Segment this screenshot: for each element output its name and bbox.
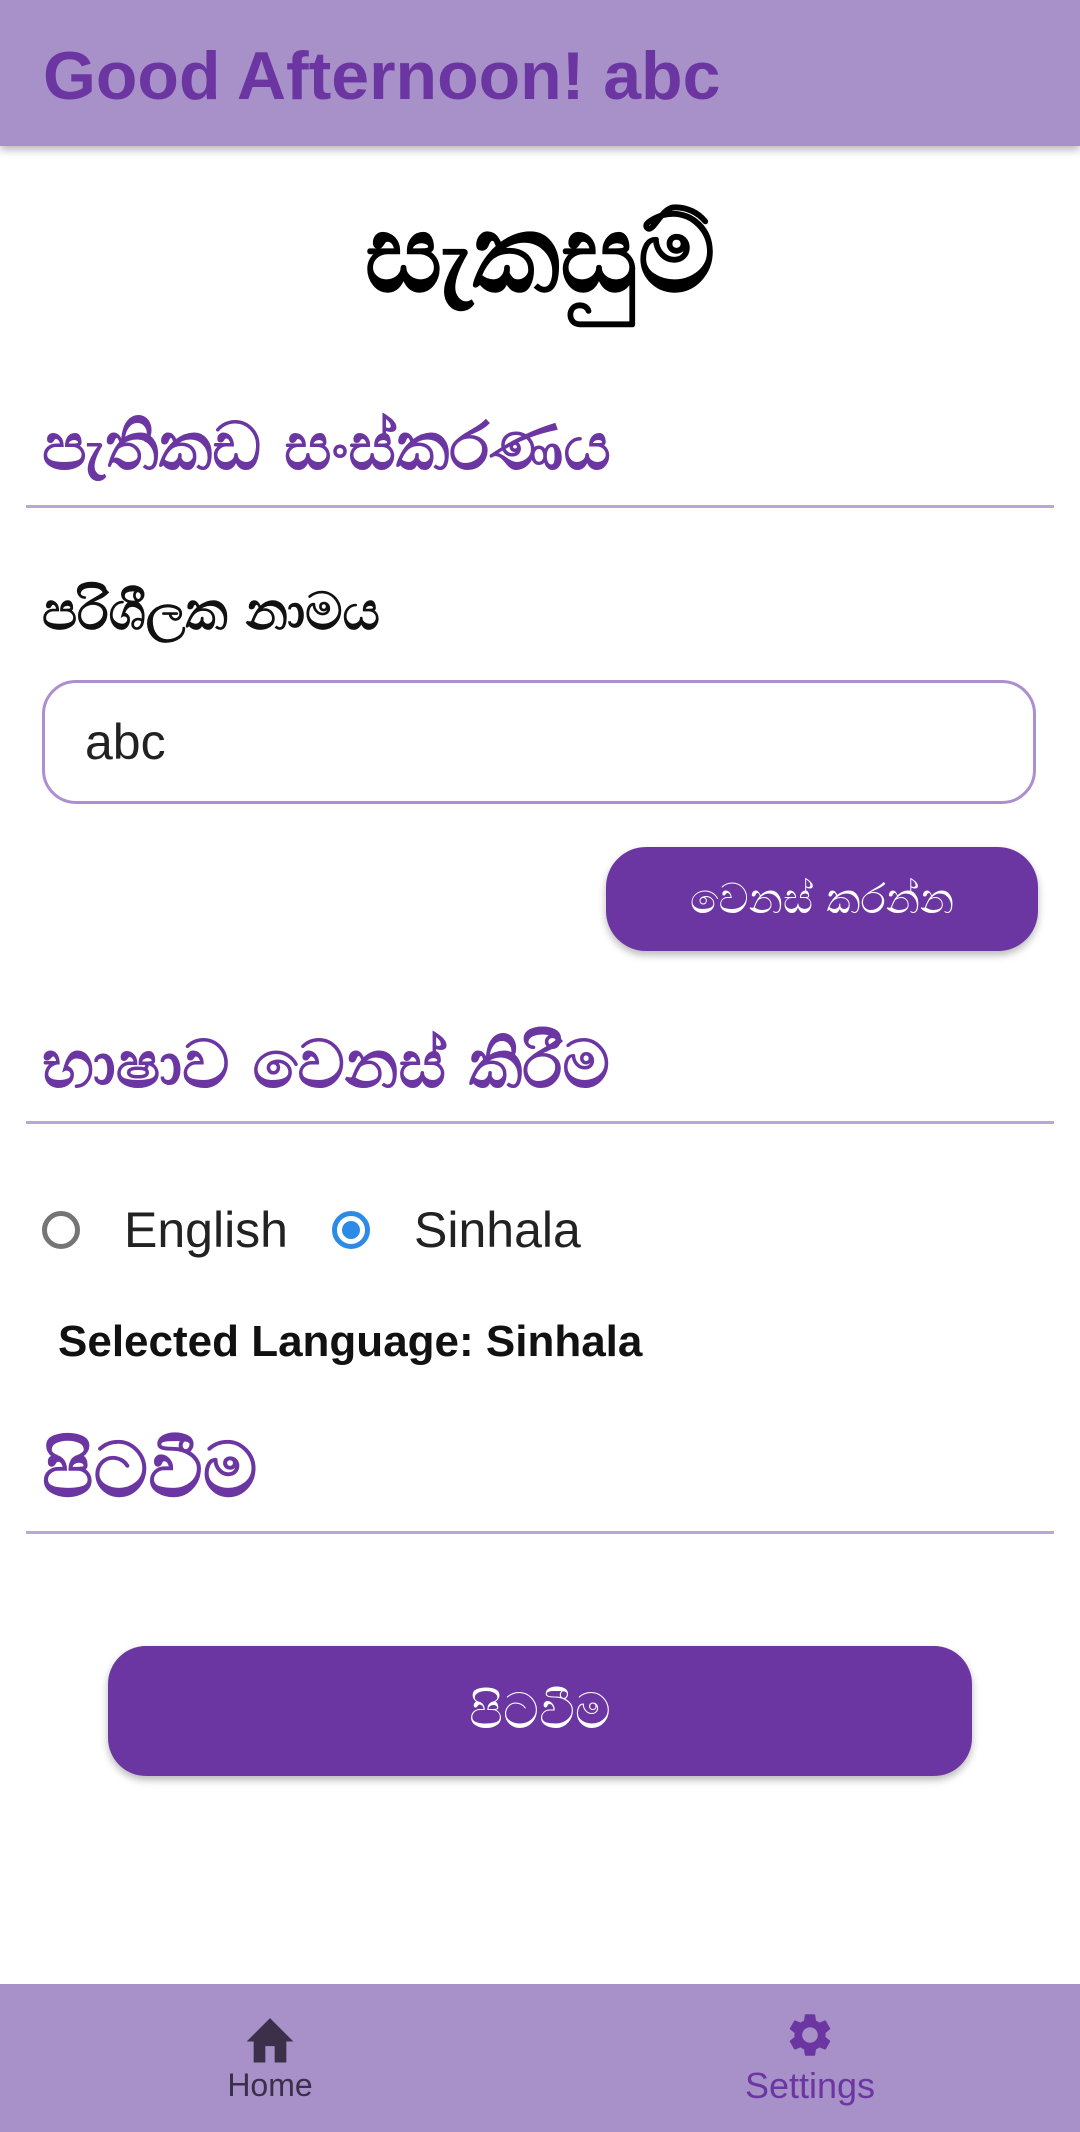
app-bar: Good Afternoon! abc	[0, 0, 1080, 146]
radio-label-sinhala[interactable]: Sinhala	[414, 1201, 581, 1259]
profile-section-divider	[26, 505, 1054, 508]
nav-label-settings: Settings	[744, 2065, 876, 2106]
nav-label-home: Home	[227, 2066, 313, 2103]
radio-english[interactable]	[42, 1211, 80, 1249]
radio-sinhala[interactable]	[332, 1211, 370, 1249]
greeting-title: Good Afternoon! abc	[43, 38, 721, 114]
profile-section-heading: පැතිකඩ සංස්කරණය	[42, 408, 611, 485]
gear-icon	[784, 2009, 836, 2061]
username-input[interactable]	[42, 680, 1036, 804]
nav-item-home[interactable]: Home	[0, 1984, 540, 2132]
change-username-button[interactable]: වෙනස් කරන්න	[606, 847, 1038, 951]
logout-button[interactable]: පිටවීම	[108, 1646, 972, 1776]
bottom-navigation: Home Settings	[0, 1984, 1080, 2132]
nav-item-settings[interactable]: Settings	[540, 1984, 1080, 2132]
language-section-heading: භාෂාව වෙනස් කිරීම	[42, 1026, 610, 1103]
selected-language-text: Selected Language: Sinhala	[58, 1317, 643, 1366]
logout-section-heading: පිටවීම	[42, 1425, 258, 1514]
username-label: පරිශීලක නාමය	[42, 582, 380, 642]
page-title: සැකසුම්	[364, 192, 716, 317]
logout-section-divider	[26, 1531, 1054, 1534]
settings-screen: Good Afternoon! abc සැකසුම් පැතිකඩ සංස්ක…	[0, 0, 1080, 2132]
radio-option-sinhala[interactable]: Sinhala	[328, 1201, 621, 1259]
language-radio-group: English Sinhala	[38, 1195, 621, 1265]
language-section-divider	[26, 1121, 1054, 1124]
radio-label-english[interactable]: English	[124, 1201, 288, 1259]
radio-option-english[interactable]: English	[38, 1201, 328, 1259]
home-icon	[242, 2013, 298, 2063]
